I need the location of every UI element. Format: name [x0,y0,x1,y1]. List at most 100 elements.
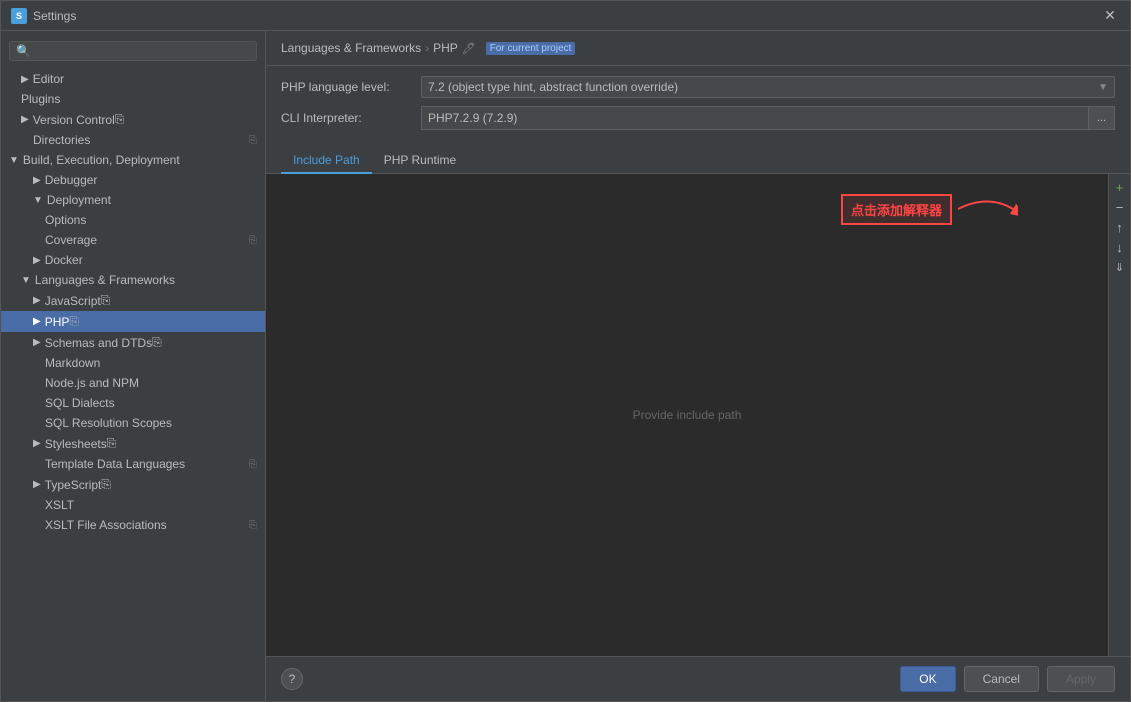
cancel-label: Cancel [983,672,1020,686]
breadcrumb: Languages & Frameworks › PHP 🖊 For curre… [266,31,1130,66]
sidebar-item-label: Version Control [33,113,115,127]
path-list-area[interactable]: Provide include path 点击添加解释器 [266,174,1108,656]
settings-window: S Settings ✕ 🔍 ▶ Editor Plugins ▶ Versio… [0,0,1131,702]
expand-arrow: ▶ [33,175,41,186]
php-level-value: 7.2 (object type hint, abstract function… [428,80,678,94]
sidebar-item-label: Template Data Languages [45,457,185,471]
window-title: Settings [33,9,1100,23]
tab-content: Provide include path 点击添加解释器 [266,174,1130,656]
annotation-arrow-svg [958,189,1018,229]
main-content: 🔍 ▶ Editor Plugins ▶ Version Control ⎘ D… [1,31,1130,701]
expand-arrow: ▶ [21,114,29,125]
interpreter-settings-button[interactable]: ... [1089,106,1115,130]
sidebar-item-schemas-dtds[interactable]: ▶ Schemas and DTDs ⎘ [1,332,265,353]
sidebar-item-template-data[interactable]: Template Data Languages ⎘ [1,454,265,474]
expand-arrow: ▶ [33,316,41,327]
interpreter-btn-label: ... [1097,112,1106,124]
sidebar-item-xslt[interactable]: XSLT [1,495,265,515]
copy-icon: ⎘ [152,335,162,350]
tab-php-runtime[interactable]: PHP Runtime [372,148,468,174]
expand-arrow: ▶ [21,74,29,85]
help-label: ? [289,672,296,686]
path-list-empty-text: Provide include path [266,174,1108,656]
sidebar-item-docker[interactable]: ▶ Docker [1,250,265,270]
add-path-button[interactable]: + [1111,178,1129,196]
sidebar-item-label: XSLT File Associations [45,518,167,532]
sidebar-item-markdown[interactable]: Markdown [1,353,265,373]
sidebar-item-coverage[interactable]: Coverage ⎘ [1,230,265,250]
sidebar-item-editor[interactable]: ▶ Editor [1,69,265,89]
move-up-button[interactable]: ↑ [1111,218,1129,236]
sidebar-item-label: Build, Execution, Deployment [23,153,180,167]
sidebar-item-label: TypeScript [45,478,102,492]
php-level-select[interactable]: 7.2 (object type hint, abstract function… [421,76,1115,98]
remove-path-button[interactable]: − [1111,198,1129,216]
sidebar-item-php[interactable]: ▶ PHP ⎘ [1,311,265,332]
sidebar-item-label: Debugger [45,173,98,187]
expand-arrow: ▼ [33,195,43,206]
app-icon: S [11,8,27,24]
settings-form: PHP language level: 7.2 (object type hin… [266,66,1130,148]
copy-icon: ⎘ [249,520,257,531]
interpreter-value: PHP7.2.9 (7.2.9) [428,111,517,125]
php-level-label: PHP language level: [281,80,421,94]
copy-icon: ⎘ [249,235,257,246]
sidebar-item-sql-dialects[interactable]: SQL Dialects [1,393,265,413]
sidebar-item-label: Stylesheets [45,437,107,451]
sidebar-item-directories[interactable]: Directories ⎘ [1,130,265,150]
cli-label: CLI Interpreter: [281,111,421,125]
expand-arrow: ▶ [33,438,41,449]
sidebar-item-label: Options [45,213,86,227]
sidebar-item-javascript[interactable]: ▶ JavaScript ⎘ [1,290,265,311]
breadcrumb-separator: › [425,41,429,55]
move-down-button[interactable]: ↓ [1111,238,1129,256]
sidebar-item-version-control[interactable]: ▶ Version Control ⎘ [1,109,265,130]
cli-interpreter-row: CLI Interpreter: PHP7.2.9 (7.2.9) ... [281,106,1115,130]
search-box[interactable]: 🔍 [9,41,257,61]
expand-arrow: ▶ [33,337,41,348]
expand-arrow: ▶ [33,255,41,266]
sidebar-item-lang-frameworks[interactable]: ▼ Languages & Frameworks [1,270,265,290]
cancel-button[interactable]: Cancel [964,666,1039,692]
search-icon: 🔍 [16,44,31,58]
sidebar-item-deployment[interactable]: ▼ Deployment [1,190,265,210]
project-badge: For current project [486,42,576,55]
sidebar-item-plugins[interactable]: Plugins [1,89,265,109]
sidebar-item-stylesheets[interactable]: ▶ Stylesheets ⎘ [1,433,265,454]
sidebar-item-build-exec-deploy[interactable]: ▼ Build, Execution, Deployment [1,150,265,170]
sidebar-item-label: Directories [33,133,90,147]
sidebar-item-label: Languages & Frameworks [35,273,175,287]
copy-icon: ⎘ [107,436,117,451]
sidebar-item-nodejs-npm[interactable]: Node.js and NPM [1,373,265,393]
close-button[interactable]: ✕ [1100,6,1120,26]
annotation-text: 点击添加解释器 [841,194,952,225]
tab-include-path[interactable]: Include Path [281,148,372,174]
sidebar-item-label: SQL Resolution Scopes [45,416,172,430]
move-bottom-button[interactable]: ⇓ [1111,258,1129,276]
ok-label: OK [919,672,936,686]
sidebar-item-label: Coverage [45,233,97,247]
help-button[interactable]: ? [281,668,303,690]
tabs: Include Path PHP Runtime [266,148,1130,174]
sidebar-item-options[interactable]: Options [1,210,265,230]
expand-arrow: ▼ [21,275,31,286]
sidebar-item-debugger[interactable]: ▶ Debugger [1,170,265,190]
sidebar-item-label: Deployment [47,193,111,207]
sidebar-item-sql-resolution[interactable]: SQL Resolution Scopes [1,413,265,433]
ok-button[interactable]: OK [900,666,955,692]
interpreter-display: PHP7.2.9 (7.2.9) [421,106,1089,130]
sidebar-item-typescript[interactable]: ▶ TypeScript ⎘ [1,474,265,495]
cli-control: PHP7.2.9 (7.2.9) ... [421,106,1115,130]
sidebar-item-label: PHP [45,315,70,329]
sidebar-item-xslt-file-assoc[interactable]: XSLT File Associations ⎘ [1,515,265,535]
copy-icon: ⎘ [101,293,111,308]
annotation-overlay: 点击添加解释器 [841,189,1018,229]
search-input[interactable] [35,44,250,58]
dropdown-arrow-icon: ▼ [1098,82,1108,93]
sidebar-item-label: SQL Dialects [45,396,115,410]
php-level-control: 7.2 (object type hint, abstract function… [421,76,1115,98]
copy-icon: ⎘ [249,459,257,470]
sidebar-item-label: Docker [45,253,83,267]
right-panel: Languages & Frameworks › PHP 🖊 For curre… [266,31,1130,701]
apply-button[interactable]: Apply [1047,666,1115,692]
